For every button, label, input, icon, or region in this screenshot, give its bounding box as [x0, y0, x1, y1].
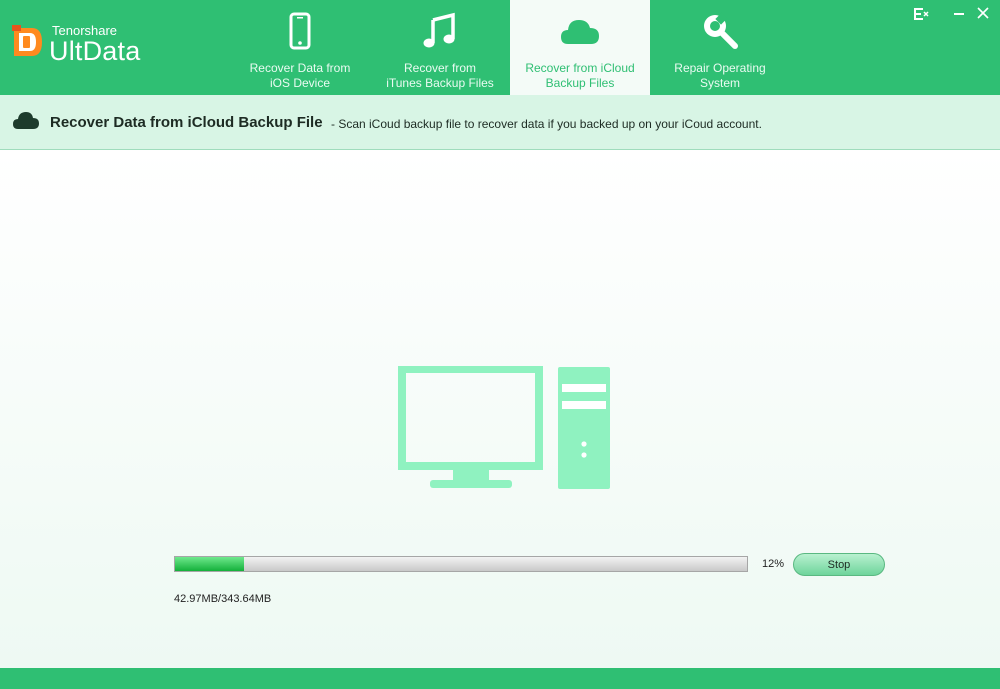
progress-percent: 12%: [762, 558, 785, 570]
top-bar: Tenorshare UltData Recover Data from iOS…: [0, 0, 1000, 95]
tab-label-line1: Recover Data from: [249, 61, 351, 75]
tab-recover-itunes-backup[interactable]: Recover from iTunes Backup Files: [370, 0, 510, 95]
phone-icon: [289, 12, 311, 50]
minimize-bar-icon: [954, 13, 964, 15]
tab-label-line2: Backup Files: [545, 76, 615, 90]
tab-recover-icloud-backup[interactable]: Recover from iCloud Backup Files: [510, 0, 650, 95]
section-title: Recover Data from iCloud Backup File: [50, 114, 323, 131]
tab-recover-ios-device[interactable]: Recover Data from iOS Device: [230, 0, 370, 95]
cloud-icon: [13, 112, 39, 129]
tab-label-line2: System: [699, 76, 740, 90]
status-bar: [0, 668, 1000, 689]
menu-icon: [914, 8, 929, 20]
ultdata-logo-icon: [12, 25, 42, 56]
tab-label-line2: iTunes Backup Files: [386, 76, 494, 90]
stop-button[interactable]: Stop: [793, 553, 885, 576]
music-note-icon: [423, 12, 455, 48]
scan-panel: 12% Stop 42.97MB/343.64MB: [0, 150, 1000, 668]
cloud-icon: [561, 20, 599, 44]
tab-repair-operating-system[interactable]: Repair Operating System: [650, 0, 790, 95]
minimize-icon[interactable]: [950, 6, 968, 24]
tab-label-line1: Repair Operating: [674, 61, 766, 75]
section-header: Recover Data from iCloud Backup File - S…: [0, 95, 1000, 150]
scan-progress-bar: [174, 556, 748, 572]
feedback-menu-icon[interactable]: [912, 6, 930, 24]
tab-label-line2: iOS Device: [269, 76, 331, 90]
tab-label-line1: Recover from: [403, 61, 477, 75]
computer-illustration-icon: [398, 366, 610, 489]
scan-progress-fill: [175, 557, 244, 571]
app-name: UltData: [49, 36, 141, 66]
wrench-icon: [704, 12, 738, 49]
progress-size: 42.97MB/343.64MB: [174, 593, 272, 605]
section-description: - Scan iCoud backup file to recover data…: [331, 117, 762, 131]
close-icon[interactable]: [974, 6, 992, 24]
close-x-icon: [977, 7, 989, 19]
tab-label-line1: Recover from iCloud: [525, 61, 635, 75]
ultdata-window: Tenorshare UltData Recover Data from iOS…: [0, 0, 1000, 689]
